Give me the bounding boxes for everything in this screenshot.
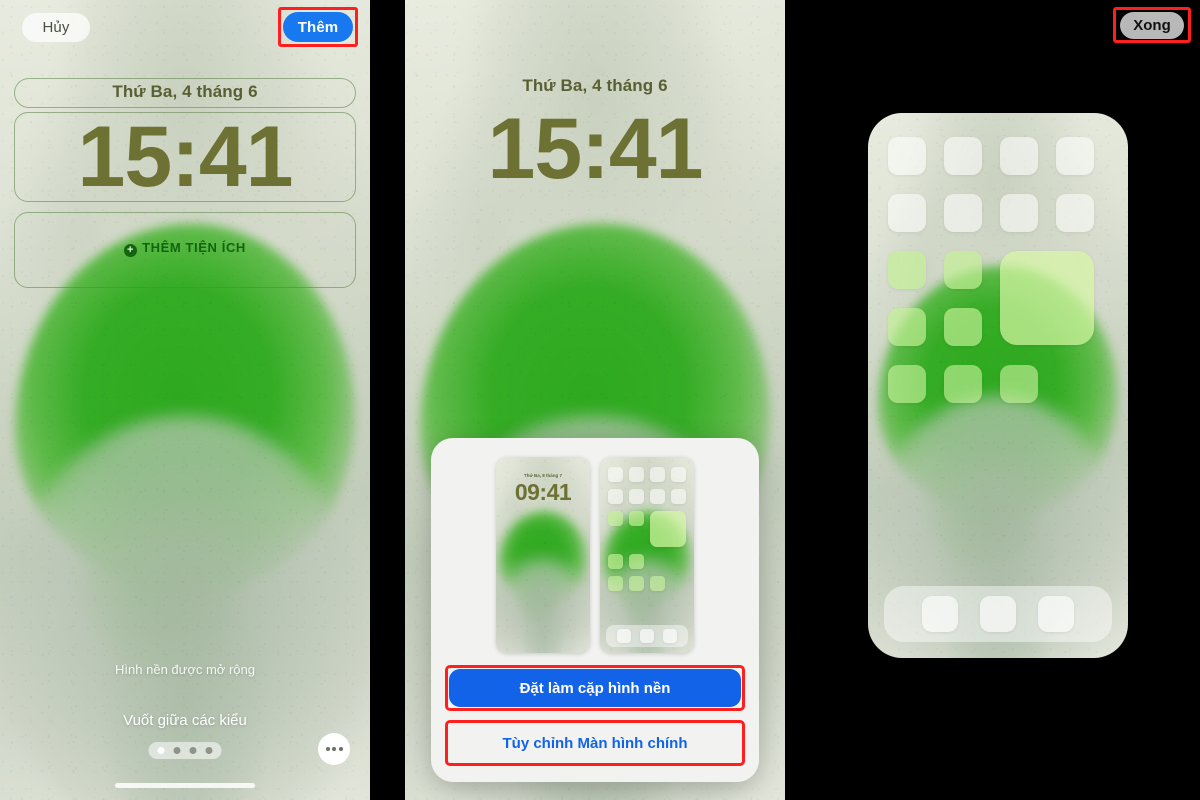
app-icon[interactable] (888, 308, 926, 346)
wallpaper-previews: Thứ Ba, 8 tháng 7 09:41 (445, 452, 745, 665)
preview-app-icon (629, 554, 644, 569)
preview-large-widget (650, 511, 686, 547)
wallpaper-extended-note: Hình nền được mở rộng (115, 662, 255, 677)
done-button[interactable]: Xong (1120, 11, 1184, 39)
set-pair-highlight: Đặt làm cặp hình nền (445, 665, 745, 711)
app-icon[interactable] (888, 194, 926, 232)
app-row-with-widget (888, 251, 1108, 346)
screenshot-stage: Thứ Ba, 4 tháng 6 15:41 + THÊM TIỆN ÍCH H… (0, 0, 1200, 800)
preview-app-icon (650, 489, 665, 504)
page-dot-1[interactable] (157, 747, 165, 754)
app-row (888, 194, 1108, 232)
preview-blob-low (496, 558, 590, 653)
dock-icon[interactable] (1038, 596, 1074, 632)
add-widget-button[interactable]: + THÊM TIỆN ÍCH (0, 240, 370, 257)
preview-app-icon (629, 467, 644, 482)
wallpaper-set-card: Thứ Ba, 8 tháng 7 09:41 Đặt làm cặp hình… (431, 438, 759, 782)
app-icon[interactable] (888, 137, 926, 175)
app-icon[interactable] (888, 251, 926, 289)
dock-icon[interactable] (922, 596, 958, 632)
preview-app-icon (629, 511, 644, 526)
lock-time-label-2: 15:41 (487, 101, 704, 197)
preview-dock (606, 625, 688, 647)
home-indicator (115, 783, 255, 788)
panel-lock-screen-editor: Thứ Ba, 4 tháng 6 15:41 + THÊM TIỆN ÍCH H… (0, 0, 370, 800)
preview-app-icon (629, 489, 644, 504)
home-screen-mockup[interactable] (868, 113, 1128, 658)
add-button-highlight: Thêm (278, 7, 358, 47)
preview-app-icon (608, 576, 623, 591)
swipe-styles-hint: Vuốt giữa các kiểu (123, 712, 247, 729)
panel-divider-2 (785, 0, 815, 800)
app-icon[interactable] (888, 365, 926, 403)
app-icon[interactable] (1000, 194, 1038, 232)
preview-app-row (608, 511, 686, 547)
app-icon[interactable] (1056, 137, 1094, 175)
preview-app-icon (608, 467, 623, 482)
preview-app-icon (671, 467, 686, 482)
preview-lock-date: Thứ Ba, 8 tháng 7 (523, 473, 562, 478)
done-button-highlight: Xong (1113, 7, 1191, 43)
preview-blob-mid (498, 511, 588, 603)
lock-screen-preview[interactable]: Thứ Ba, 8 tháng 7 09:41 (496, 457, 590, 653)
app-icon[interactable] (944, 365, 982, 403)
lock-editor-topbar: Hủy Thêm (0, 0, 370, 50)
preview-app-icon (608, 511, 623, 526)
page-dot-4[interactable] (205, 747, 213, 754)
preview-lock-time: 09:41 (514, 479, 572, 505)
lock-date-label: Thứ Ba, 4 tháng 6 (112, 82, 258, 101)
preview-app-row (608, 489, 686, 504)
preview-app-row (608, 554, 686, 569)
style-page-dots[interactable] (148, 742, 222, 759)
lock-date-label-2: Thứ Ba, 4 tháng 6 (522, 76, 668, 95)
page-dot-2[interactable] (173, 747, 181, 754)
app-row (888, 137, 1108, 175)
preview-app-icon (608, 489, 623, 504)
customize-home-highlight: Tùy chỉnh Màn hình chính (445, 720, 745, 766)
home-screen-preview[interactable] (600, 457, 694, 653)
preview-app-row (608, 576, 686, 591)
add-widget-label: THÊM TIỆN ÍCH (142, 240, 246, 255)
app-icon[interactable] (944, 194, 982, 232)
lock-screen-content: Thứ Ba, 4 tháng 6 15:41 + THÊM TIỆN ÍCH H… (0, 0, 370, 800)
preview-app-icon (650, 576, 665, 591)
preview-app-icon (629, 576, 644, 591)
app-icon[interactable] (1000, 365, 1038, 403)
page-dot-3[interactable] (189, 747, 197, 754)
preview-dock-icon (617, 629, 631, 643)
plus-circle-icon: + (124, 244, 138, 257)
preview-app-icon (650, 467, 665, 482)
app-icon[interactable] (1056, 194, 1094, 232)
panel-divider-1 (370, 0, 405, 800)
ellipsis-icon[interactable] (318, 733, 350, 765)
cancel-button[interactable]: Hủy (22, 13, 90, 42)
set-wallpaper-pair-button[interactable]: Đặt làm cặp hình nền (449, 669, 741, 707)
preview-app-row (608, 467, 686, 482)
app-row (888, 365, 1108, 403)
customize-home-screen-button[interactable]: Tùy chỉnh Màn hình chính (449, 724, 741, 762)
lock-time-label: 15:41 (77, 109, 294, 205)
large-widget[interactable] (1000, 251, 1094, 345)
dock-icon[interactable] (980, 596, 1016, 632)
app-icon[interactable] (944, 251, 982, 289)
panel-wallpaper-confirm: Thứ Ba, 4 tháng 6 15:41 Thứ Ba, 8 tháng … (405, 0, 785, 800)
add-button[interactable]: Thêm (283, 12, 353, 42)
app-icon[interactable] (944, 308, 982, 346)
app-icon[interactable] (1000, 137, 1038, 175)
preview-dock-icon (663, 629, 677, 643)
mockup-dock (884, 586, 1112, 642)
preview-app-grid (600, 457, 694, 591)
preview-app-icon (608, 554, 623, 569)
mockup-app-grid (868, 113, 1128, 403)
preview-app-icon (671, 489, 686, 504)
preview-dock-icon (640, 629, 654, 643)
panel-home-customizer: Xong (815, 0, 1200, 800)
app-icon[interactable] (944, 137, 982, 175)
